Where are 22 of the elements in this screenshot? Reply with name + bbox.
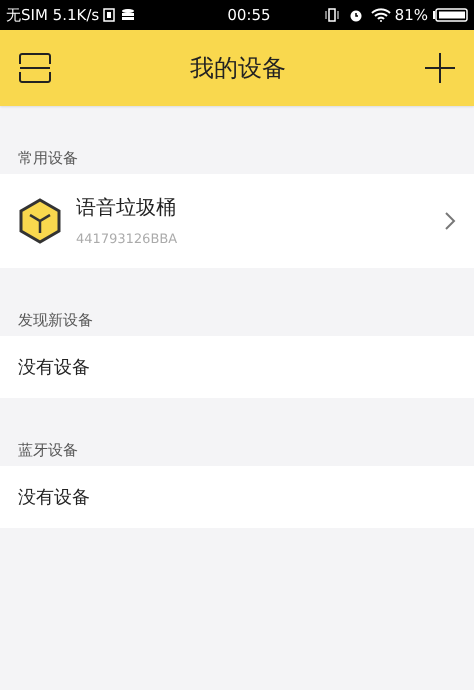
page-title: 我的设备	[190, 53, 286, 84]
device-row[interactable]: 语音垃圾桶 441793126BBA	[0, 174, 474, 268]
device-id: 441793126BBA	[76, 231, 178, 250]
vibrate-icon	[322, 8, 341, 22]
database-icon	[121, 8, 136, 22]
sim-icon	[103, 8, 116, 22]
section-title: 常用设备	[18, 148, 78, 169]
battery-icon	[432, 8, 468, 22]
menu-icon[interactable]	[18, 52, 52, 84]
battery-text: 81%	[394, 4, 428, 26]
empty-text: 没有设备	[18, 356, 90, 380]
time-text: 00:55	[227, 4, 271, 26]
empty-text: 没有设备	[18, 486, 90, 510]
carrier-text: 无SIM 5.1K/s	[6, 4, 100, 26]
section-title: 蓝牙设备	[18, 440, 78, 461]
add-icon[interactable]	[424, 52, 456, 84]
chevron-right-icon	[444, 211, 456, 231]
wifi-icon	[370, 8, 391, 22]
section-title: 发现新设备	[18, 310, 93, 331]
cube-icon	[18, 198, 62, 244]
device-name: 语音垃圾桶	[76, 194, 177, 222]
alarm-icon	[348, 8, 363, 22]
